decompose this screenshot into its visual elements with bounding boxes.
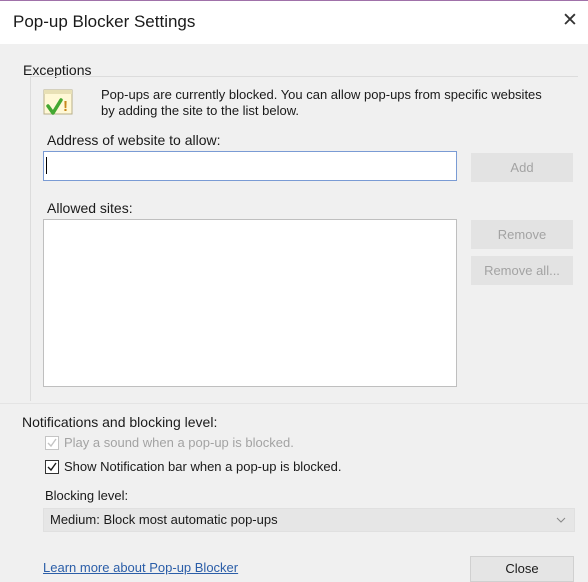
- remove-all-button[interactable]: Remove all...: [471, 256, 573, 285]
- notifications-group-label: Notifications and blocking level:: [22, 414, 218, 430]
- blocking-level-label: Blocking level:: [45, 488, 129, 503]
- blocking-level-select[interactable]: Medium: Block most automatic pop-ups: [43, 508, 575, 532]
- text-caret: [46, 157, 47, 174]
- dialog-title: Pop-up Blocker Settings: [13, 12, 196, 31]
- play-sound-checkbox[interactable]: [45, 436, 59, 450]
- show-notification-bar-checkbox[interactable]: [45, 460, 59, 474]
- blocking-level-value: Medium: Block most automatic pop-ups: [50, 512, 278, 527]
- warning-shield-check-icon: !: [42, 87, 76, 121]
- allowed-sites-label: Allowed sites:: [47, 200, 133, 216]
- remove-button[interactable]: Remove: [471, 220, 573, 249]
- popup-blocker-dialog: Pop-up Blocker Settings ✕ Exceptions ! P…: [0, 0, 588, 582]
- svg-text:!: !: [63, 98, 68, 115]
- play-sound-label: Play a sound when a pop-up is blocked.: [64, 435, 294, 450]
- chevron-down-icon: [555, 510, 567, 530]
- close-button[interactable]: Close: [470, 556, 574, 582]
- close-icon[interactable]: ✕: [558, 9, 582, 33]
- learn-more-link[interactable]: Learn more about Pop-up Blocker: [43, 560, 238, 575]
- address-input[interactable]: [43, 151, 457, 181]
- exceptions-info-text: Pop-ups are currently blocked. You can a…: [101, 87, 542, 118]
- section-divider: [0, 403, 588, 404]
- add-button[interactable]: Add: [471, 153, 573, 182]
- show-notification-bar-label: Show Notification bar when a pop-up is b…: [64, 459, 342, 474]
- address-label: Address of website to allow:: [47, 132, 221, 148]
- allowed-sites-list[interactable]: [43, 219, 457, 387]
- title-bar: Pop-up Blocker Settings ✕: [0, 1, 588, 44]
